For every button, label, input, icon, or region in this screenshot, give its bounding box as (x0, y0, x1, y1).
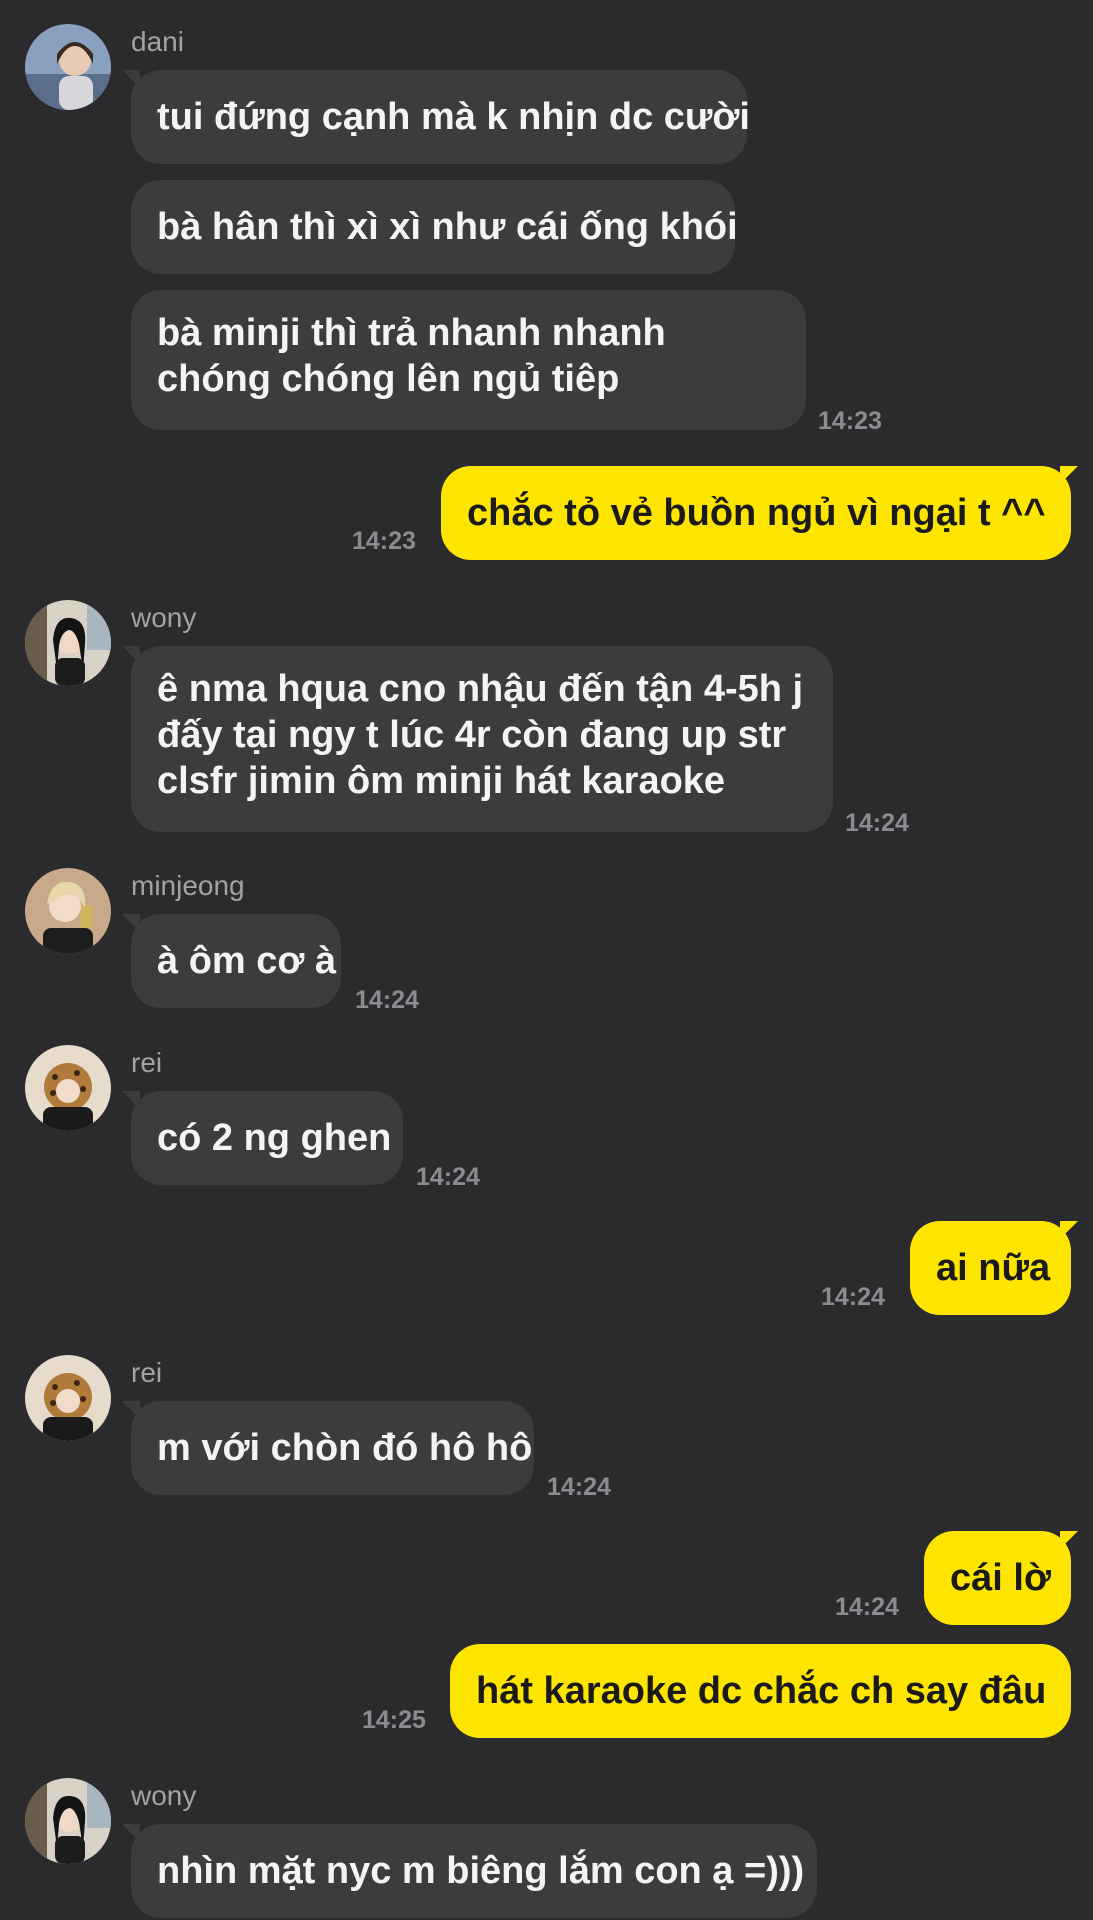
message-text: à ôm cơ à (157, 940, 337, 982)
message-bubble[interactable]: m với chòn đó hô hô (131, 1401, 534, 1495)
message-text: ê nma hqua cno nhậu đến tận 4-5h j đấy t… (157, 668, 804, 802)
profile-photo-icon (25, 868, 111, 954)
bubble-tail (122, 1091, 140, 1109)
timestamp: 14:23 (818, 407, 882, 435)
message-text: có 2 ng ghen (157, 1117, 392, 1159)
message-text: tui đứng cạnh mà k nhịn dc cười (157, 96, 750, 138)
message-text: hát karaoke dc chắc ch say đâu (476, 1670, 1047, 1712)
message-bubble[interactable]: bà minji thì trả nhanh nhanh chóng chóng… (131, 290, 806, 430)
timestamp: 14:23 (352, 527, 416, 555)
message-bubble[interactable]: bà hân thì xì xì như cái ống khói (131, 180, 738, 274)
message-text: nhìn mặt nyc m biêng lắm con ạ =))) (157, 1850, 805, 1892)
bubble-tail (1060, 1531, 1078, 1549)
timestamp: 14:24 (547, 1473, 611, 1501)
avatar-wony[interactable] (25, 1778, 111, 1864)
message-text: m với chòn đó hô hô (157, 1427, 533, 1469)
bubble-tail (122, 1824, 140, 1842)
message-bubble[interactable]: ê nma hqua cno nhậu đến tận 4-5h j đấy t… (131, 646, 833, 832)
profile-photo-icon (25, 1355, 111, 1441)
timestamp: 14:24 (355, 986, 419, 1014)
sender-name: rei (131, 1047, 163, 1078)
timestamp: 14:24 (835, 1593, 899, 1621)
message-text: ai nữa (936, 1247, 1051, 1289)
message-text: chắc tỏ vẻ buồn ngủ vì ngại t ^^ (467, 492, 1046, 534)
profile-photo-icon (25, 1778, 111, 1864)
bubble-tail (1060, 1221, 1078, 1239)
bubble-tail (122, 1401, 140, 1419)
bubble-tail (1060, 466, 1078, 484)
timestamp: 14:25 (362, 1706, 426, 1734)
avatar-wony[interactable] (25, 600, 111, 686)
sender-name: minjeong (131, 870, 245, 901)
message-bubble[interactable]: có 2 ng ghen (131, 1091, 403, 1185)
avatar-rei[interactable] (25, 1355, 111, 1441)
bubble-tail (122, 646, 140, 664)
message-text: cái lờ (950, 1557, 1051, 1599)
sender-name: dani (131, 26, 184, 57)
sender-name: rei (131, 1357, 163, 1388)
message-text: bà hân thì xì xì như cái ống khói (157, 206, 738, 248)
bubble-tail (122, 70, 140, 88)
message-bubble[interactable]: nhìn mặt nyc m biêng lắm con ạ =))) (131, 1824, 817, 1918)
message-bubble[interactable]: tui đứng cạnh mà k nhịn dc cười (131, 70, 750, 164)
avatar-rei[interactable] (25, 1045, 111, 1131)
avatar-dani[interactable] (25, 24, 111, 110)
profile-photo-icon (25, 24, 111, 110)
message-text: bà minji thì trả nhanh nhanh chóng chóng… (157, 312, 666, 400)
profile-photo-icon (25, 1045, 111, 1131)
avatar-minjeong[interactable] (25, 868, 111, 954)
message-bubble[interactable]: chắc tỏ vẻ buồn ngủ vì ngại t ^^ (441, 466, 1071, 560)
bubble-tail (122, 914, 140, 932)
sender-name: wony (131, 602, 197, 633)
sender-name: wony (131, 1780, 197, 1811)
message-bubble[interactable]: ai nữa (910, 1221, 1071, 1315)
message-bubble[interactable]: cái lờ (924, 1531, 1071, 1625)
timestamp: 14:24 (416, 1163, 480, 1191)
timestamp: 14:24 (821, 1283, 885, 1311)
message-bubble[interactable]: hát karaoke dc chắc ch say đâu (450, 1644, 1071, 1738)
timestamp: 14:24 (845, 809, 909, 837)
message-bubble[interactable]: à ôm cơ à (131, 914, 341, 1008)
profile-photo-icon (25, 600, 111, 686)
